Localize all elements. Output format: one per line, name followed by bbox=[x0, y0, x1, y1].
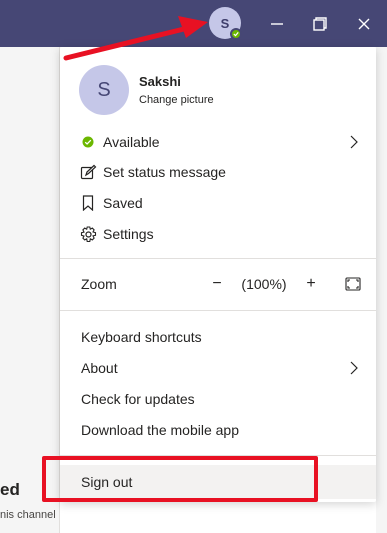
zoom-row: Zoom − (100%) + bbox=[60, 269, 376, 299]
avatar-initial: S bbox=[220, 15, 230, 31]
close-button[interactable] bbox=[352, 12, 376, 36]
set-status-label: Set status message bbox=[103, 164, 226, 180]
background-heading: ed bbox=[0, 480, 20, 499]
background-subtext: nis channel bbox=[0, 509, 56, 521]
minimize-button[interactable] bbox=[265, 12, 289, 36]
avatar-initial: S bbox=[97, 78, 111, 101]
set-status-message-item[interactable]: Set status message bbox=[60, 157, 376, 187]
sign-out-button[interactable]: Sign out bbox=[60, 465, 376, 499]
profile-menu: S Sakshi Change picture Available Set st… bbox=[60, 47, 376, 502]
available-label: Available bbox=[103, 134, 160, 150]
zoom-level: (100%) bbox=[241, 276, 287, 292]
menu-divider bbox=[60, 455, 376, 456]
settings-item[interactable]: Settings bbox=[60, 219, 376, 249]
background-panel-right bbox=[376, 47, 387, 533]
zoom-out-button[interactable]: − bbox=[207, 275, 227, 293]
change-picture-link[interactable]: Change picture bbox=[139, 94, 214, 106]
chevron-right-icon bbox=[348, 360, 360, 376]
edit-status-icon bbox=[79, 163, 97, 181]
settings-label: Settings bbox=[103, 226, 154, 242]
profile-header: S Sakshi Change picture bbox=[79, 65, 214, 115]
menu-divider bbox=[60, 258, 376, 259]
keyboard-shortcuts-item[interactable]: Keyboard shortcuts bbox=[60, 322, 376, 352]
saved-label: Saved bbox=[103, 195, 143, 211]
zoom-label: Zoom bbox=[81, 276, 117, 292]
restore-button[interactable] bbox=[308, 12, 332, 36]
available-status-icon bbox=[79, 133, 97, 151]
about-item[interactable]: About bbox=[60, 353, 376, 383]
download-mobile-label: Download the mobile app bbox=[81, 422, 239, 438]
presence-available-icon bbox=[230, 28, 242, 40]
profile-name: Sakshi bbox=[139, 74, 181, 89]
check-updates-label: Check for updates bbox=[81, 391, 195, 407]
about-label: About bbox=[81, 360, 118, 376]
background-panel bbox=[0, 47, 60, 533]
status-available-item[interactable]: Available bbox=[60, 127, 376, 157]
chevron-right-icon bbox=[348, 134, 360, 150]
profile-avatar-large[interactable]: S bbox=[79, 65, 129, 115]
bookmark-icon bbox=[79, 194, 97, 212]
saved-item[interactable]: Saved bbox=[60, 188, 376, 218]
fullscreen-icon[interactable] bbox=[343, 274, 363, 294]
gear-icon bbox=[79, 225, 97, 243]
keyboard-shortcuts-label: Keyboard shortcuts bbox=[81, 329, 202, 345]
download-mobile-app-item[interactable]: Download the mobile app bbox=[60, 415, 376, 445]
sign-out-label: Sign out bbox=[81, 474, 133, 490]
zoom-in-button[interactable]: + bbox=[301, 275, 321, 293]
menu-divider bbox=[60, 310, 376, 311]
check-updates-item[interactable]: Check for updates bbox=[60, 384, 376, 414]
